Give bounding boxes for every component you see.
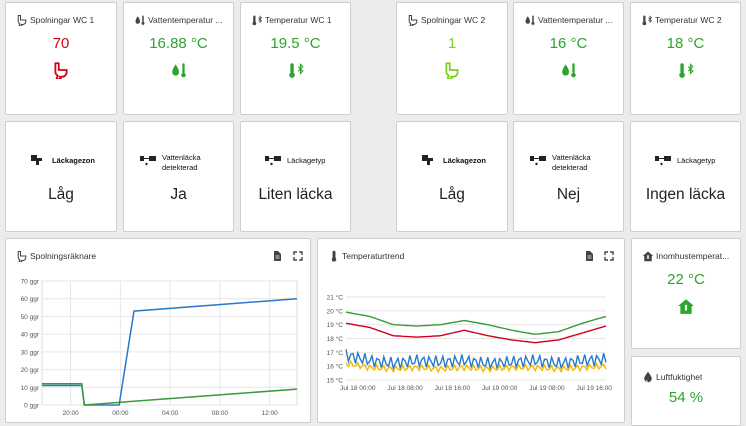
x-tick-label: Jul 18 16:00 — [435, 385, 471, 392]
thermometer-bluetooth-icon — [678, 63, 694, 78]
card-leak-detected-wc2[interactable]: Vattenläcka detekterad Nej — [513, 121, 624, 232]
water-drop-thermometer-icon — [561, 63, 576, 78]
indoor-temp-value: 22 °C — [667, 271, 705, 288]
x-tick-label: Jul 19 08:00 — [529, 385, 565, 392]
leak-label: Läckagetyp — [287, 156, 326, 165]
humidity-value: 54 % — [668, 389, 704, 406]
flush-count-value: 70 — [52, 35, 70, 52]
y-tick-label: 70 ggr — [21, 279, 40, 286]
card-title: Spolningar WC 2 — [421, 15, 486, 25]
pipe-leak-icon — [31, 155, 42, 165]
panel-flush-counter: Spolningsräknare 0 ggr 10 ggr 20 ggr 30 ggr… — [5, 238, 311, 423]
pipe-leak-icon — [655, 156, 671, 166]
leak-label: Läckagezon — [443, 156, 486, 165]
leak-value: Låg — [48, 186, 74, 203]
temperature-value: 18 °C — [666, 35, 705, 52]
series-line-0 — [345, 311, 607, 336]
x-tick-label: Jul 19 16:00 — [576, 385, 612, 392]
card-leak-detected-wc1[interactable]: Vattenläcka detekterad Ja — [123, 121, 234, 232]
leak-label: Vattenläcka detekterad — [162, 153, 201, 172]
card-title: Inomhustemperat... — [656, 251, 730, 261]
card-leak-type-wc1[interactable]: Läckagetyp Liten läcka — [240, 121, 351, 232]
card-title: Spolningar WC 1 — [30, 15, 95, 25]
toilet-icon — [408, 14, 418, 26]
card-flushes-wc2[interactable]: Spolningar WC 2 1 — [396, 2, 508, 115]
y-tick-label: 20 ggr — [21, 367, 40, 374]
pipe-leak-icon — [530, 156, 546, 166]
leak-label: Läckagetyp — [677, 156, 716, 165]
pipe-leak-icon — [140, 156, 156, 166]
leak-value: Liten läcka — [258, 186, 333, 203]
x-tick-label: 00:00 — [112, 410, 129, 417]
x-tick-label: 12:00 — [261, 410, 278, 417]
leak-value: Låg — [439, 186, 465, 203]
thermometer-bluetooth-icon — [288, 63, 304, 78]
card-flushes-wc1[interactable]: Spolningar WC 1 70 — [5, 2, 117, 115]
house-thermometer-icon — [642, 251, 654, 262]
house-thermometer-icon — [678, 299, 694, 314]
toilet-icon — [54, 62, 68, 79]
x-tick-label: 04:00 — [162, 410, 179, 417]
card-leak-zone-wc1[interactable]: Läckagezon Låg — [5, 121, 117, 232]
x-tick-label: Jul 19 00:00 — [482, 385, 518, 392]
y-tick-label: 60 ggr — [21, 296, 40, 303]
water-drop-thermometer-icon — [525, 15, 535, 25]
card-temp-wc1[interactable]: Temperatur WC 1 19.5 °C — [240, 2, 351, 115]
toilet-icon — [445, 62, 459, 79]
card-title: Vattentemperatur ... — [538, 15, 613, 25]
plot-area — [41, 280, 298, 406]
series-line-1 — [345, 322, 607, 344]
leak-label: Vattenläcka detekterad — [552, 153, 591, 172]
card-title: Luftfuktighet — [656, 372, 703, 382]
y-tick-label: 21 °C — [327, 294, 344, 302]
leak-value: Ingen läcka — [645, 186, 726, 203]
flush-count-value: 1 — [447, 35, 457, 52]
water-drop-thermometer-icon — [171, 63, 186, 78]
water-temp-value: 16 °C — [549, 35, 588, 52]
water-drop-thermometer-icon — [135, 15, 145, 25]
card-title: Temperatur WC 1 — [265, 15, 332, 25]
y-tick-label: 50 ggr — [21, 314, 40, 321]
leak-value: Ja — [170, 186, 187, 203]
y-tick-label: 19 °C — [327, 321, 344, 329]
thermometer-bluetooth-icon — [642, 15, 653, 26]
x-tick-label: Jul 18 08:00 — [387, 385, 423, 392]
y-tick-label: 15 °C — [327, 377, 344, 385]
pipe-leak-icon — [265, 156, 281, 166]
x-tick-label: Jul 18 00:00 — [340, 385, 376, 392]
x-tick-label: 20:00 — [62, 410, 79, 417]
y-tick-label: 0 ggr — [24, 403, 40, 410]
card-title: Temperatur WC 2 — [655, 15, 722, 25]
water-temp-value: 16.88 °C — [149, 35, 208, 52]
panel-temperature-trend: Temperaturtrend 15 °C 16 °C 17 °C 18 °C 19 °… — [317, 238, 625, 423]
y-tick-label: 17 °C — [327, 349, 344, 357]
humidity-icon — [644, 371, 652, 383]
card-indoor-temp[interactable]: Inomhustemperat... 22 °C — [631, 238, 741, 349]
card-water-temp-wc2[interactable]: Vattentemperatur ... 16 °C — [513, 2, 624, 115]
pipe-leak-icon — [422, 155, 433, 165]
card-title: Vattentemperatur ... — [148, 15, 223, 25]
x-tick-label: 08:00 — [212, 410, 229, 417]
card-leak-type-wc2[interactable]: Läckagetyp Ingen läcka — [630, 121, 741, 232]
card-leak-zone-wc2[interactable]: Läckagezon Låg — [396, 121, 508, 232]
flush-counter-chart[interactable]: 0 ggr 10 ggr 20 ggr 30 ggr 40 ggr 50 ggr 60 gg… — [6, 239, 311, 423]
thermometer-bluetooth-icon — [252, 15, 263, 26]
y-tick-label: 40 ggr — [21, 332, 40, 339]
leak-label: Läckagezon — [52, 156, 95, 165]
leak-value: Nej — [556, 186, 581, 203]
y-tick-label: 10 ggr — [21, 385, 40, 392]
y-tick-label: 18 °C — [327, 335, 344, 343]
card-humidity[interactable]: Luftfuktighet 54 % — [631, 356, 741, 426]
card-temp-wc2[interactable]: Temperatur WC 2 18 °C — [630, 2, 741, 115]
y-tick-label: 30 ggr — [21, 349, 40, 356]
y-tick-label: 16 °C — [327, 363, 344, 371]
toilet-icon — [17, 14, 27, 26]
temperature-trend-chart[interactable]: 15 °C 16 °C 17 °C 18 °C 19 °C 20 °C 21 °C Jul 1… — [318, 239, 625, 423]
card-water-temp-wc1[interactable]: Vattentemperatur ... 16.88 °C — [123, 2, 234, 115]
y-tick-label: 20 °C — [327, 307, 344, 315]
temperature-value: 19.5 °C — [270, 35, 321, 52]
